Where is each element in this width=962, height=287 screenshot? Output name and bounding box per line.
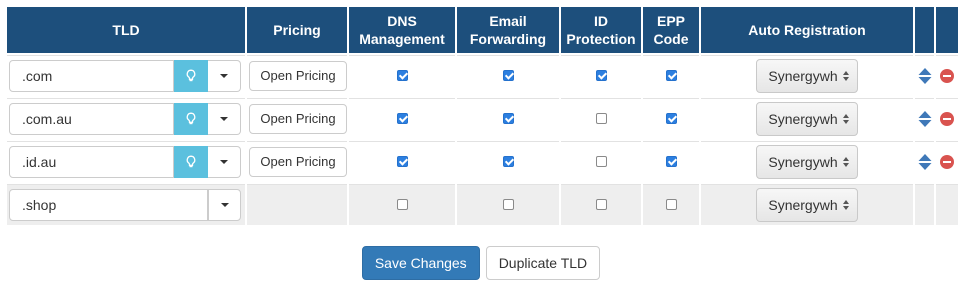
- new-row-dns-checkbox[interactable]: [396, 199, 408, 211]
- new-row-remove-cell: [936, 184, 958, 225]
- new-tld-row: .shop Synergywh: [7, 184, 958, 225]
- new-row-sort-cell: [915, 184, 934, 225]
- form-actions: Save Changes Duplicate TLD: [0, 246, 962, 280]
- column-header-dns-management: DNS Management: [349, 7, 455, 53]
- column-header-email-forwarding: Email Forwarding: [457, 7, 559, 53]
- column-header-sort: [915, 7, 934, 53]
- new-row-epp-checkbox[interactable]: [665, 199, 677, 211]
- pricing-info-button[interactable]: [174, 103, 208, 135]
- new-row-auto-registration-select[interactable]: Synergywh: [756, 188, 858, 222]
- lightbulb-icon: [185, 69, 197, 83]
- tld-row: .com Open Pricing Synergywh: [7, 55, 958, 96]
- selected-registrar: Synergywh: [768, 68, 838, 84]
- selected-registrar: Synergywh: [768, 111, 838, 127]
- tld-select[interactable]: .com: [9, 60, 241, 92]
- tld-dropdown-button[interactable]: [208, 60, 241, 92]
- sort-icon[interactable]: [918, 67, 932, 84]
- id-protection-checkbox[interactable]: [595, 156, 607, 168]
- open-pricing-button[interactable]: Open Pricing: [249, 147, 347, 177]
- lightbulb-icon: [185, 155, 197, 169]
- tld-dropdown-button[interactable]: [208, 146, 241, 178]
- table-header-row: TLD Pricing DNS Management Email Forwardin…: [7, 7, 958, 53]
- open-pricing-button[interactable]: Open Pricing: [249, 61, 347, 91]
- tld-dropdown-button[interactable]: [208, 103, 241, 135]
- pricing-info-button[interactable]: [174, 146, 208, 178]
- caret-down-icon: [220, 117, 228, 121]
- id-protection-checkbox[interactable]: [595, 113, 607, 125]
- select-arrows-icon: [841, 71, 851, 81]
- dns-management-checkbox[interactable]: [396, 156, 408, 168]
- selected-registrar: Synergywh: [768, 154, 838, 170]
- tld-input[interactable]: .com.au: [9, 103, 174, 135]
- tld-select[interactable]: .com.au: [9, 103, 241, 135]
- epp-code-checkbox[interactable]: [665, 156, 677, 168]
- column-header-remove: [936, 7, 958, 53]
- new-tld-dropdown-button[interactable]: [208, 189, 241, 221]
- column-header-id-protection: ID Protection: [561, 7, 641, 53]
- select-arrows-icon: [841, 200, 851, 210]
- column-header-epp-code: EPP Code: [643, 7, 699, 53]
- new-row-pricing-cell: [247, 184, 347, 225]
- sort-icon[interactable]: [918, 153, 932, 170]
- lightbulb-icon: [185, 112, 197, 126]
- select-arrows-icon: [841, 114, 851, 124]
- auto-registration-select[interactable]: Synergywh: [756, 59, 858, 93]
- caret-down-icon: [220, 74, 228, 78]
- tld-select[interactable]: .id.au: [9, 146, 241, 178]
- minus-circle-icon[interactable]: [940, 68, 954, 83]
- email-forwarding-checkbox[interactable]: [502, 70, 514, 82]
- auto-registration-select[interactable]: Synergywh: [756, 145, 858, 179]
- epp-code-checkbox[interactable]: [665, 70, 677, 82]
- column-header-pricing: Pricing: [247, 7, 347, 53]
- save-changes-button[interactable]: Save Changes: [361, 246, 480, 280]
- new-tld-input[interactable]: .shop: [9, 189, 208, 221]
- dns-management-checkbox[interactable]: [396, 113, 408, 125]
- auto-registration-select[interactable]: Synergywh: [756, 102, 858, 136]
- select-arrows-icon: [841, 157, 851, 167]
- caret-down-icon: [220, 160, 228, 164]
- open-pricing-button[interactable]: Open Pricing: [249, 104, 347, 134]
- epp-code-checkbox[interactable]: [665, 113, 677, 125]
- caret-down-icon: [220, 203, 229, 207]
- dns-management-checkbox[interactable]: [396, 70, 408, 82]
- new-row-email-checkbox[interactable]: [502, 199, 514, 211]
- email-forwarding-checkbox[interactable]: [502, 113, 514, 125]
- pricing-info-button[interactable]: [174, 60, 208, 92]
- tld-input[interactable]: .com: [9, 60, 174, 92]
- new-row-id-protection-checkbox[interactable]: [595, 199, 607, 211]
- tld-row: .id.au Open Pricing Synergywh: [7, 141, 958, 182]
- column-header-auto-registration: Auto Registration: [701, 7, 913, 53]
- email-forwarding-checkbox[interactable]: [502, 156, 514, 168]
- id-protection-checkbox[interactable]: [595, 70, 607, 82]
- tld-row: .com.au Open Pricing Synergywh: [7, 98, 958, 139]
- minus-circle-icon[interactable]: [940, 111, 954, 126]
- new-tld-select[interactable]: .shop: [9, 189, 241, 221]
- selected-registrar: Synergywh: [768, 197, 838, 213]
- column-header-tld: TLD: [7, 7, 245, 53]
- tld-table: TLD Pricing DNS Management Email Forwardin…: [5, 5, 960, 227]
- tld-input[interactable]: .id.au: [9, 146, 174, 178]
- sort-icon[interactable]: [918, 110, 932, 127]
- minus-circle-icon[interactable]: [940, 154, 954, 169]
- duplicate-tld-button[interactable]: Duplicate TLD: [485, 246, 601, 280]
